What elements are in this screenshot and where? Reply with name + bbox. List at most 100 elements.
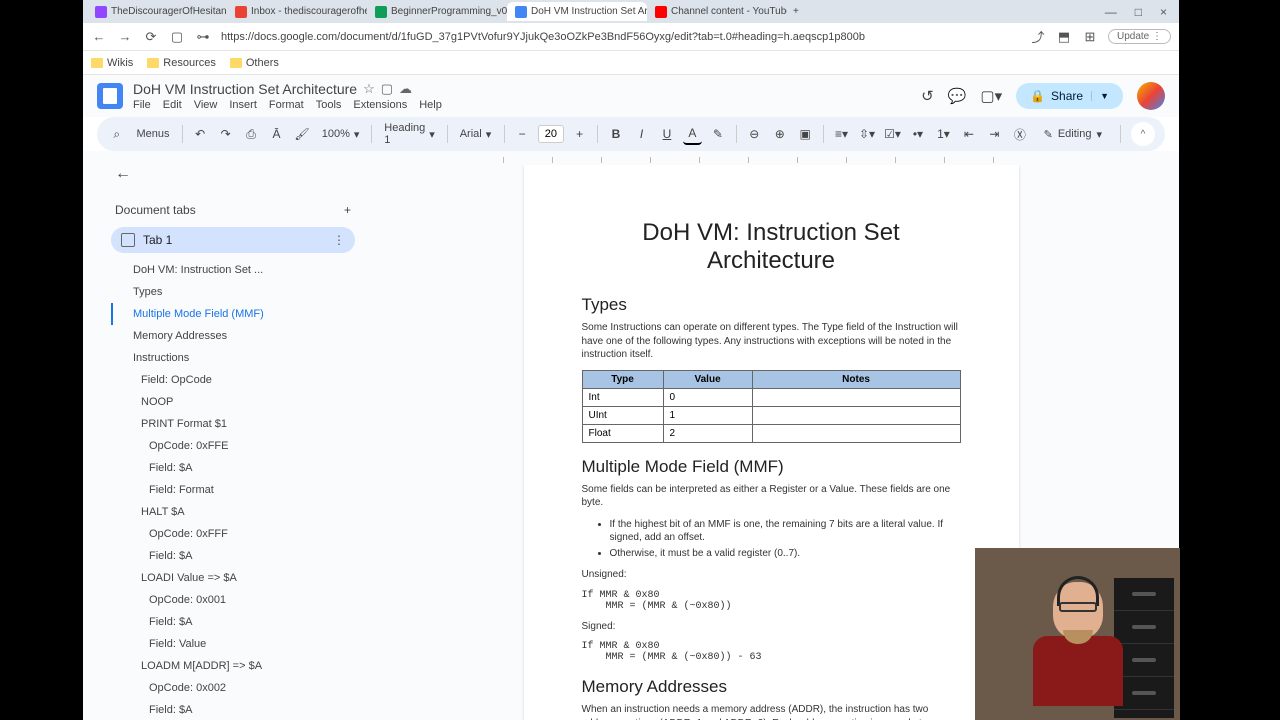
folder-icon [147,58,159,68]
avatar[interactable] [1137,82,1165,110]
comment-add-icon[interactable]: ⊕ [770,123,789,145]
extensions-icon[interactable]: ⊞ [1082,29,1098,45]
outline-item[interactable]: OpCode: 0x002 [111,677,355,699]
outline-item[interactable]: Field: $A [111,699,355,720]
align-icon[interactable]: ≡▾ [832,123,851,145]
outline-item[interactable]: Types [111,281,355,303]
zoom-select[interactable]: 100% ▾ [318,126,364,143]
clear-format-icon[interactable]: Ⓧ [1010,123,1029,145]
outline-item[interactable]: Field: $A [111,457,355,479]
bullet-list-icon[interactable]: •▾ [908,123,927,145]
meet-icon[interactable]: ▢▾ [980,87,1002,105]
undo-icon[interactable]: ↶ [190,123,209,145]
back-icon[interactable]: ← [91,29,107,45]
outdent-icon[interactable]: ⇤ [959,123,978,145]
outline-item[interactable]: OpCode: 0xFFE [111,435,355,457]
menu-help[interactable]: Help [419,99,442,111]
outline-item[interactable]: Instructions [111,347,355,369]
outline-item[interactable]: Field: Format [111,479,355,501]
outline-item[interactable]: Field: OpCode [111,369,355,391]
fontsize-input[interactable] [538,125,564,143]
outline-item[interactable]: HALT $A [111,501,355,523]
outline-item[interactable]: LOADM M[ADDR] => $A [111,655,355,677]
share-button[interactable]: 🔒 Share ▼ [1016,83,1123,109]
minimize-icon[interactable]: — [1105,5,1117,19]
text-color-icon[interactable]: A [683,123,702,145]
outline-item[interactable]: Memory Addresses [111,325,355,347]
move-icon[interactable]: ▢ [381,81,393,97]
redo-icon[interactable]: ↷ [216,123,235,145]
update-button[interactable]: Update ⋮ [1108,29,1171,44]
outline-item[interactable]: Field: $A [111,611,355,633]
browser-tab-active[interactable]: DoH VM Instruction Set Archite× [507,2,647,21]
spellcheck-icon[interactable]: Ᾱ [267,123,286,145]
menu-edit[interactable]: Edit [163,99,182,111]
link-icon[interactable]: ⊖ [745,123,764,145]
bold-icon[interactable]: B [606,123,625,145]
back-icon[interactable]: ← [111,161,355,187]
paragraph: When an instruction needs a memory addre… [582,703,961,720]
star-icon[interactable]: ☆ [363,81,375,97]
menu-insert[interactable]: Insert [229,99,257,111]
comment-icon[interactable]: 💬 [948,87,967,105]
indent-icon[interactable]: ⇥ [985,123,1004,145]
outline-item[interactable]: Field: $A [111,545,355,567]
outline-item[interactable]: Field: Value [111,633,355,655]
editing-mode-button[interactable]: ✎ Editing ▾ [1036,125,1110,144]
close-icon[interactable]: × [1160,5,1167,19]
history-icon[interactable]: ↺ [921,87,934,105]
checklist-icon[interactable]: ☑▾ [883,123,902,145]
extension-icon[interactable]: ⬒ [1056,29,1072,45]
font-select[interactable]: Arial ▾ [456,126,496,143]
outline-item[interactable]: OpCode: 0xFFF [111,523,355,545]
print-icon[interactable]: ⎙ [241,123,260,145]
browser-tab[interactable]: Inbox - thediscouragerofhesitancy [227,2,367,21]
decrease-font-icon[interactable]: − [512,123,531,145]
outline-item[interactable]: NOOP [111,391,355,413]
more-icon[interactable]: ⋮ [333,233,345,247]
browser-tab[interactable]: BeginnerProgramming_v0.0.1 - Go [367,2,507,21]
forward-icon[interactable]: → [117,29,133,45]
bookmark-folder[interactable]: Resources [147,57,216,69]
outline-item[interactable]: OpCode: 0x001 [111,589,355,611]
collapse-toolbar-icon[interactable]: ^ [1131,122,1155,146]
document-title[interactable]: DoH VM Instruction Set Architecture [133,81,357,97]
reload-icon[interactable]: ⟳ [143,29,159,45]
browser-tab[interactable]: Channel content - YouTube Studio [647,2,787,21]
bookmark-folder[interactable]: Others [230,57,279,69]
increase-font-icon[interactable]: + [570,123,589,145]
outline-item[interactable]: Multiple Mode Field (MMF) [111,303,355,325]
docs-logo-icon[interactable] [97,83,123,109]
menus-button[interactable]: Menus [132,126,173,142]
document-page[interactable]: DoH VM: Instruction Set Architecture Typ… [524,165,1019,720]
menu-extensions[interactable]: Extensions [353,99,407,111]
menu-format[interactable]: Format [269,99,304,111]
tab-group-icon[interactable]: ▢ [169,29,185,45]
site-info-icon[interactable]: ⊶ [195,29,211,45]
maximize-icon[interactable]: □ [1135,5,1142,19]
image-icon[interactable]: ▣ [795,123,814,145]
new-tab-button[interactable]: + [787,2,805,21]
add-tab-icon[interactable]: + [344,203,351,217]
search-icon[interactable]: ⌕ [107,123,126,145]
highlight-icon[interactable]: ✎ [708,123,727,145]
address-input[interactable]: https://docs.google.com/document/d/1fuGD… [221,31,1020,43]
outline-item[interactable]: LOADI Value => $A [111,567,355,589]
menu-file[interactable]: File [133,99,151,111]
menu-tools[interactable]: Tools [316,99,342,111]
cloud-icon[interactable]: ☁ [399,81,412,97]
outline-item[interactable]: DoH VM: Instruction Set ... [111,259,355,281]
chevron-down-icon[interactable]: ▼ [1091,91,1109,101]
underline-icon[interactable]: U [657,123,676,145]
tab-item[interactable]: Tab 1 ⋮ [111,227,355,253]
share-icon[interactable]: ⤴ [1030,29,1046,45]
number-list-icon[interactable]: 1▾ [934,123,953,145]
paint-format-icon[interactable]: 🖌 [292,123,311,145]
bookmark-folder[interactable]: Wikis [91,57,133,69]
style-select[interactable]: Heading 1 ▾ [380,120,439,148]
browser-tab[interactable]: TheDiscouragerOfHesitancy - Twitc [87,2,227,21]
menu-view[interactable]: View [194,99,218,111]
italic-icon[interactable]: I [632,123,651,145]
line-spacing-icon[interactable]: ⇳▾ [857,123,876,145]
outline-item[interactable]: PRINT Format $1 [111,413,355,435]
